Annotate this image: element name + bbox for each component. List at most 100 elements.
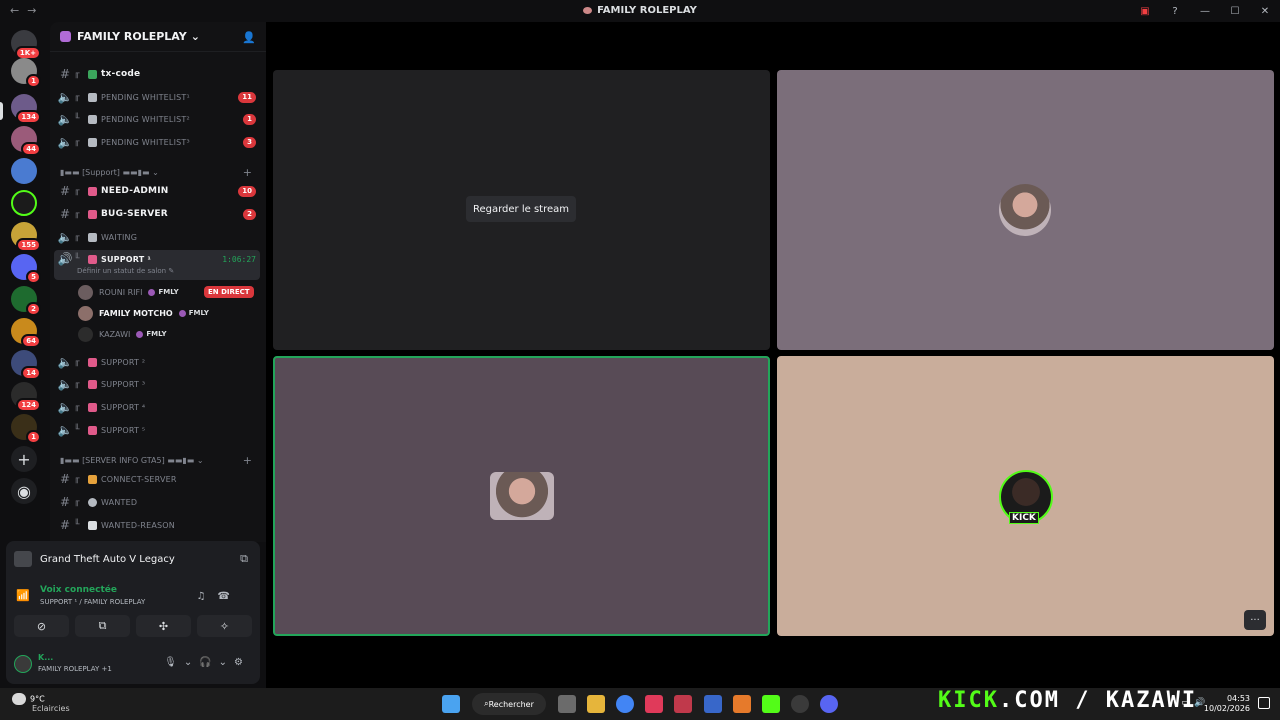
server-icon xyxy=(583,6,593,14)
maximize-button[interactable]: ☐ xyxy=(1220,0,1250,22)
dm-home-icon[interactable]: 1K+ xyxy=(11,30,41,60)
game-activity[interactable]: Grand Theft Auto V Legacy ⧉ xyxy=(14,549,252,569)
server-icon[interactable]: 155 xyxy=(11,222,41,252)
activities-button[interactable]: ✣ xyxy=(136,615,191,637)
close-button[interactable]: ✕ xyxy=(1250,0,1280,22)
channel-need-admin[interactable]: # ╓ NEED-ADMIN 10 xyxy=(50,181,262,201)
app-icon[interactable] xyxy=(791,695,809,713)
kick-badge: KICK xyxy=(1009,512,1039,524)
camera-off-button[interactable]: ⊘ xyxy=(14,615,69,637)
add-channel-icon[interactable]: + xyxy=(243,454,252,467)
stream-tile[interactable]: Regarder le stream xyxy=(273,70,770,350)
app-icon[interactable] xyxy=(674,695,692,713)
phone-icon xyxy=(88,357,97,367)
watch-stream-button[interactable]: Regarder le stream xyxy=(466,196,576,222)
kick-watermark: KICK.COM / KAZAWI xyxy=(938,688,1198,713)
server-icon[interactable]: 44 xyxy=(11,126,41,156)
channel-connect-server[interactable]: # ╓ CONNECT-SERVER xyxy=(50,469,262,489)
signal-icon[interactable]: 📶 xyxy=(16,589,30,602)
speaker-icon: 🔈 xyxy=(57,377,73,391)
check-icon xyxy=(88,69,97,79)
channel-pending-whitelist-3[interactable]: 🔈 ╓ PENDING WHITELIST³ 3 xyxy=(50,132,262,152)
channel-sidebar: FAMILY ROLEPLAY ⌄ 👤 # ╓ tx-code 🔈 ╓ PENDING … xyxy=(50,22,266,542)
phone-icon xyxy=(88,254,97,264)
channel-tx-code[interactable]: # ╓ tx-code xyxy=(50,64,262,84)
user-panel: Grand Theft Auto V Legacy ⧉ 📶 Voix connec… xyxy=(6,541,260,684)
channel-support-5[interactable]: 🔈 ╙ SUPPORT ⁵ xyxy=(50,420,262,440)
stream-grid: Regarder le stream KICK ··· xyxy=(266,22,1280,688)
kick-server-icon[interactable] xyxy=(11,190,37,216)
category-server-info[interactable]: ▮▬▬ [SERVER INFO GTA5] ▬▬▮▬ ⌄ + xyxy=(60,452,260,468)
chrome-icon[interactable] xyxy=(616,695,634,713)
server-icon[interactable]: 134 xyxy=(11,94,41,124)
server-icon[interactable]: 1 xyxy=(11,58,41,88)
clan-tag-icon xyxy=(136,330,144,338)
channel-pending-whitelist-2[interactable]: 🔈 ╙ PENDING WHITELIST² 1 xyxy=(50,109,262,129)
channel-wanted-reason[interactable]: # ╙ WANTED-REASON xyxy=(50,515,262,535)
voice-user[interactable]: KAZAWI FMLY xyxy=(78,324,167,344)
minimize-button[interactable]: — xyxy=(1190,0,1220,22)
channel-waiting[interactable]: 🔈 ╓ WAITING xyxy=(50,227,262,247)
sos-icon xyxy=(88,186,97,196)
invite-icon[interactable]: 👤 xyxy=(242,31,256,44)
server-icon[interactable]: 2 xyxy=(11,286,41,316)
notification-icon[interactable] xyxy=(1258,697,1270,709)
clan-tag-icon xyxy=(178,309,186,317)
search-box[interactable]: ⌕ Rechercher xyxy=(472,693,546,715)
participant-tile[interactable]: KICK ··· xyxy=(777,356,1274,636)
app-icon[interactable] xyxy=(704,695,722,713)
avatar[interactable] xyxy=(14,655,32,673)
window-title: FAMILY ROLEPLAY xyxy=(0,5,1280,16)
hourglass-icon xyxy=(88,232,97,242)
avatar xyxy=(490,472,554,520)
server-icon[interactable]: 124 xyxy=(11,382,41,412)
category-support[interactable]: ▮▬▬ [Support] ▬▬▮▬ ⌄ + xyxy=(60,164,260,180)
add-server-icon[interactable]: + xyxy=(11,446,37,472)
discord-app: ←→ FAMILY ROLEPLAY ▣ ? — ☐ ✕ 1K+ 1 134 4… xyxy=(0,0,1280,688)
help-icon[interactable]: ? xyxy=(1160,0,1190,22)
channel-support-2[interactable]: 🔈 ╓ SUPPORT ² xyxy=(50,352,262,372)
discord-icon[interactable] xyxy=(820,695,838,713)
server-icon[interactable]: 5 xyxy=(11,254,41,284)
server-icon[interactable] xyxy=(11,158,37,184)
participant-tile-speaking[interactable] xyxy=(273,356,770,636)
voice-controls[interactable]: ♫☎ xyxy=(197,591,242,602)
app-icon[interactable] xyxy=(645,695,663,713)
kick-app-icon[interactable] xyxy=(762,695,780,713)
user-controls[interactable]: 🎙⌄🎧⌄⚙ xyxy=(164,657,250,668)
guild-header[interactable]: FAMILY ROLEPLAY ⌄ 👤 xyxy=(50,22,266,52)
clock[interactable]: 04:53 10/02/2026 xyxy=(1204,694,1250,714)
weather-widget[interactable]: 9°C Eclaircies xyxy=(12,693,70,713)
discover-icon[interactable]: ◉ xyxy=(11,478,37,504)
server-icon[interactable]: 14 xyxy=(11,350,41,380)
inbox-icon[interactable]: ▣ xyxy=(1130,0,1160,22)
app-icon[interactable] xyxy=(733,695,751,713)
screen-share-icon[interactable]: ⧉ xyxy=(240,552,248,566)
participant-tile[interactable] xyxy=(777,70,1274,350)
phone-icon xyxy=(88,402,97,412)
phone-icon xyxy=(88,425,97,435)
channel-support-3[interactable]: 🔈 ╓ SUPPORT ³ xyxy=(50,374,262,394)
clan-tag-icon xyxy=(148,288,156,296)
sos-icon xyxy=(88,209,97,219)
more-options-icon[interactable]: ··· xyxy=(1244,610,1266,630)
channel-wanted[interactable]: # ╓ WANTED xyxy=(50,492,262,512)
task-view-icon[interactable] xyxy=(558,695,576,713)
voice-user[interactable]: FAMILY MOTCHO FMLY xyxy=(78,303,209,323)
share-screen-button[interactable]: ⧉ xyxy=(75,615,130,637)
channel-bug-server[interactable]: # ╓ BUG-SERVER 2 xyxy=(50,204,262,224)
start-icon[interactable] xyxy=(442,695,460,713)
speaker-icon: 🔈 xyxy=(57,135,73,149)
hash-icon: # xyxy=(59,518,71,532)
server-icon[interactable]: 1 xyxy=(11,414,41,444)
channel-status[interactable]: Définir un statut de salon ✎ xyxy=(77,267,174,275)
file-explorer-icon[interactable] xyxy=(587,695,605,713)
add-channel-icon[interactable]: + xyxy=(243,166,252,179)
server-icon[interactable]: 64 xyxy=(11,318,41,348)
voice-user[interactable]: ROUNI RIFI FMLY xyxy=(78,282,179,302)
channel-support-1[interactable]: 🔊 ╙ SUPPORT ¹ 1:06:27 xyxy=(50,249,262,269)
channel-pending-whitelist-1[interactable]: 🔈 ╓ PENDING WHITELIST¹ 11 xyxy=(50,87,262,107)
soundboard-button[interactable]: ✧ xyxy=(197,615,252,637)
call-timer: 1:06:27 xyxy=(222,254,256,264)
channel-support-4[interactable]: 🔈 ╓ SUPPORT ⁴ xyxy=(50,397,262,417)
